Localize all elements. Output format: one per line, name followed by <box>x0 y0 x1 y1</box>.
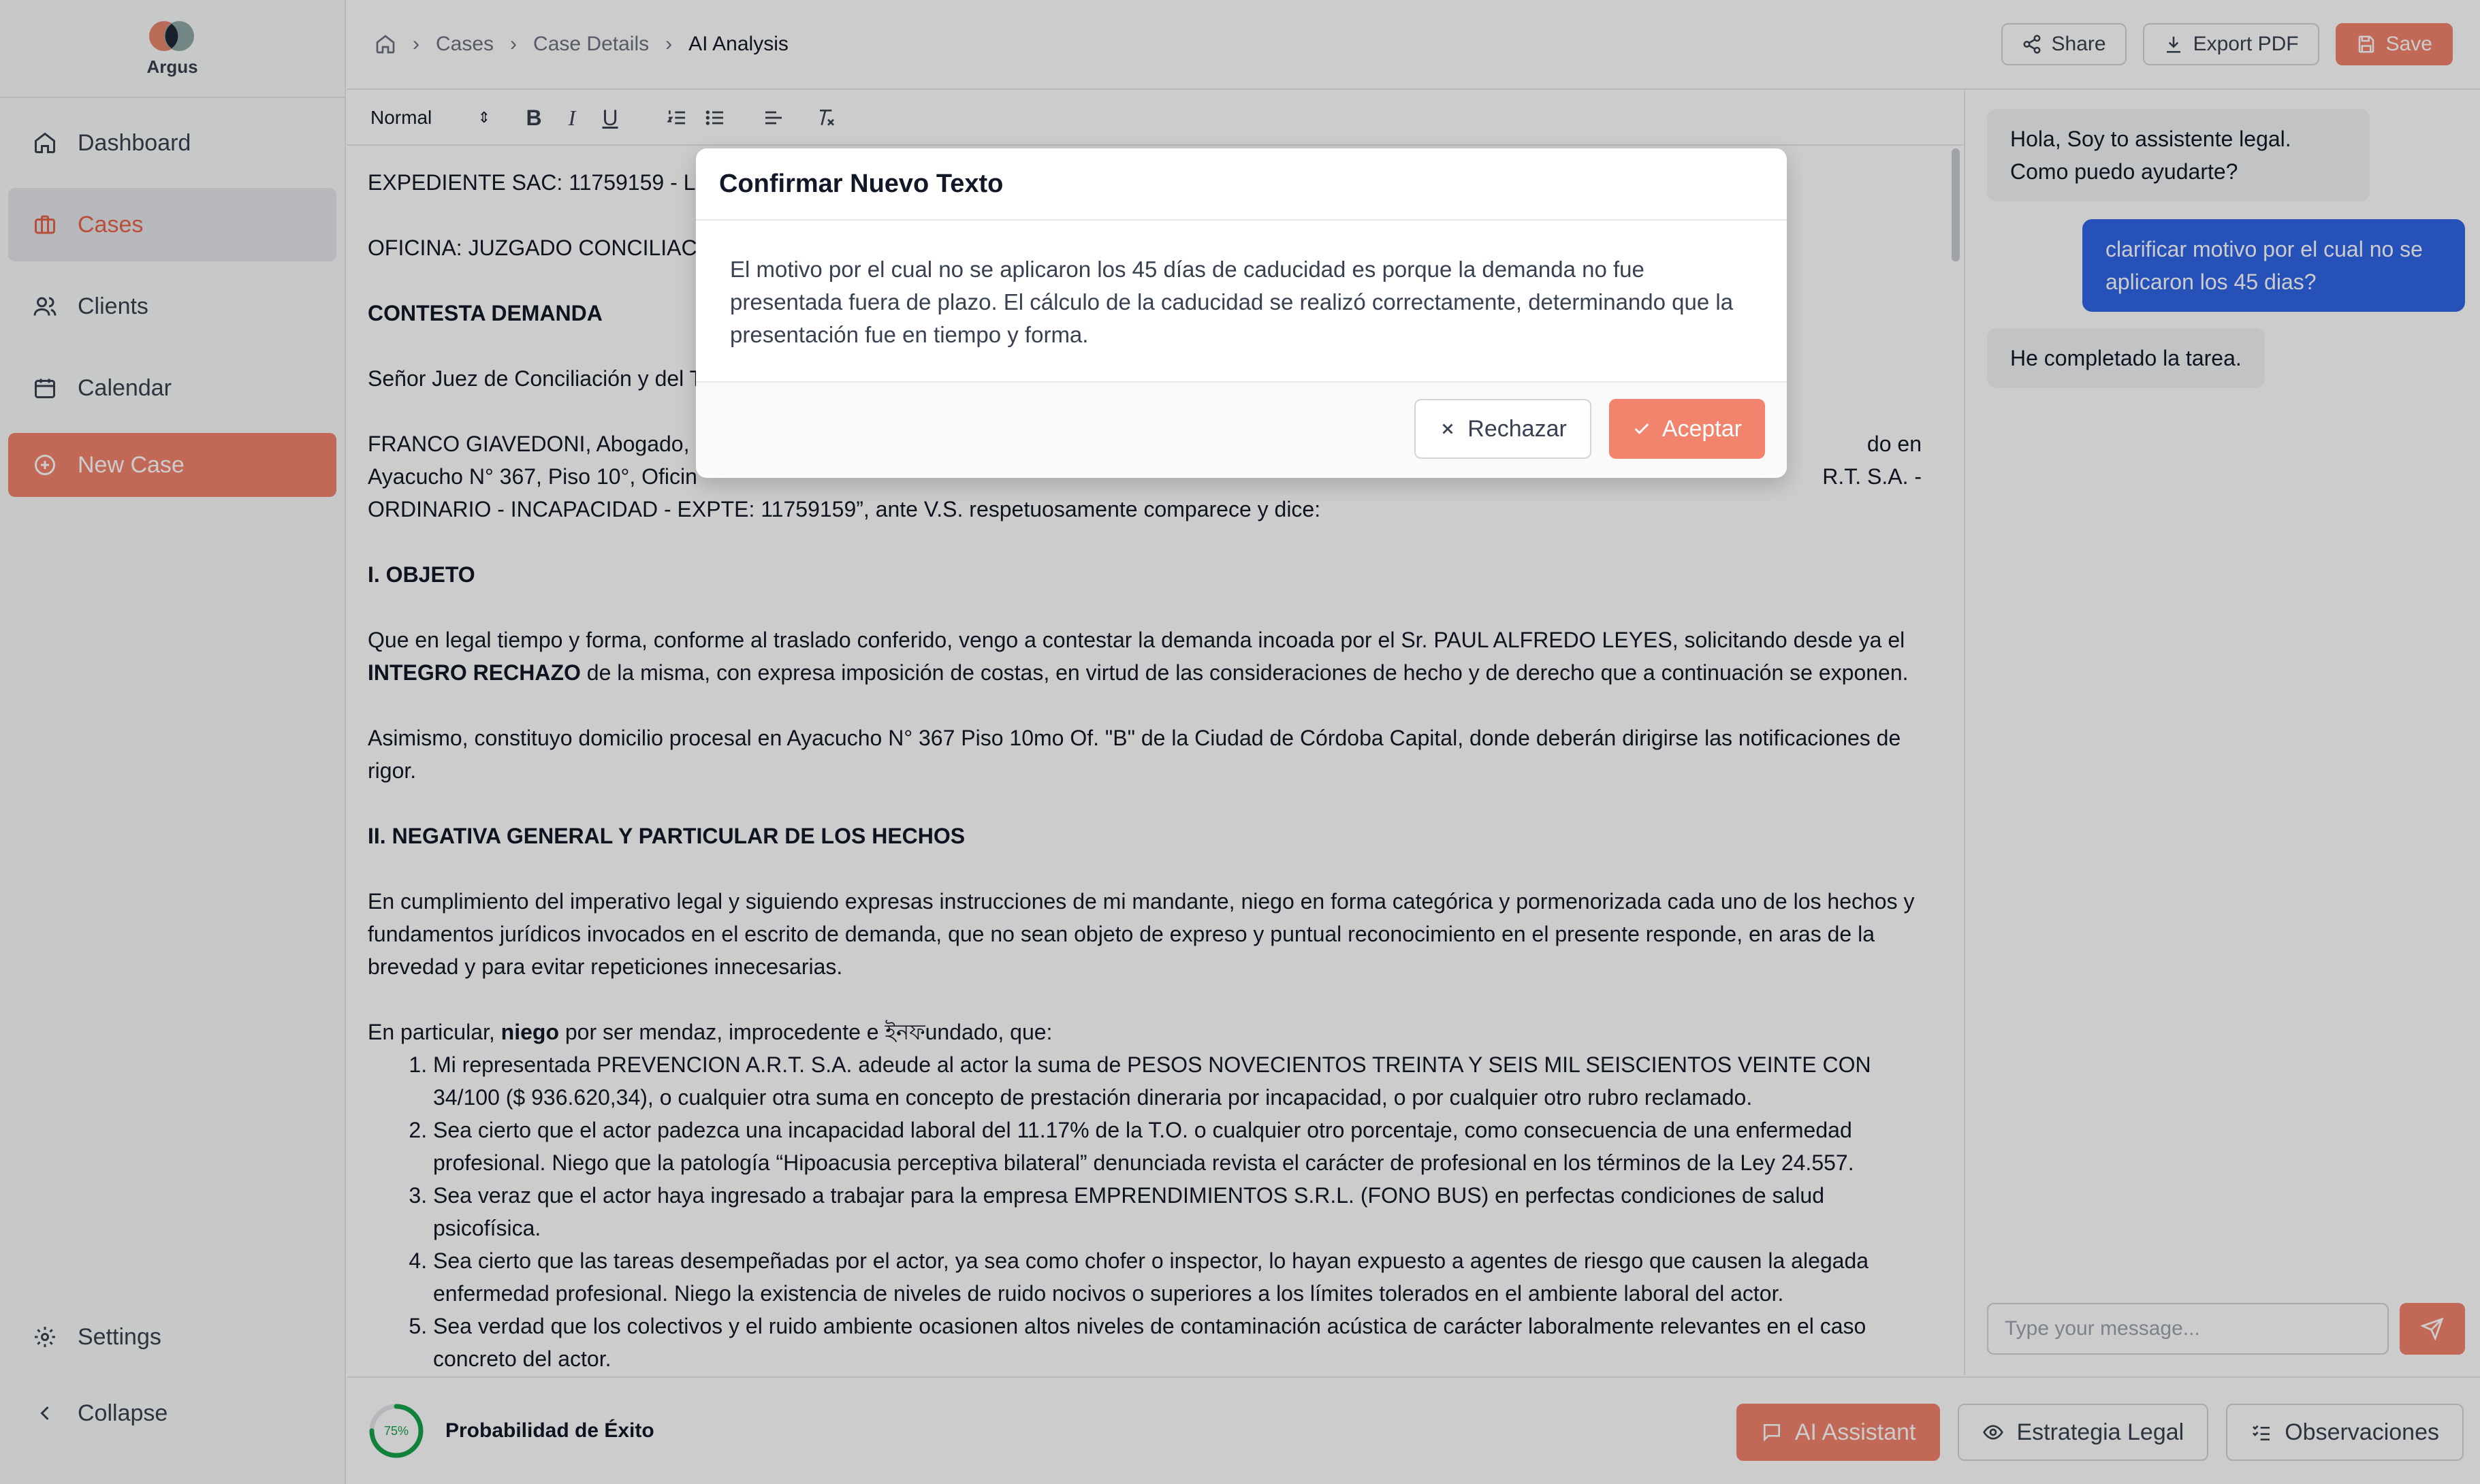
accept-label: Aceptar <box>1662 415 1742 442</box>
reject-label: Rechazar <box>1467 415 1567 442</box>
dialog-body: El motivo por el cual no se aplicaron lo… <box>696 221 1787 383</box>
check-icon <box>1634 423 1649 434</box>
accept-button[interactable]: Aceptar <box>1608 399 1765 459</box>
dialog-footer: Rechazar Aceptar <box>696 383 1787 475</box>
dialog-title: Confirmar Nuevo Texto <box>696 148 1787 221</box>
reject-button[interactable]: Rechazar <box>1414 399 1591 459</box>
close-icon <box>1442 423 1453 434</box>
confirm-text-dialog: Confirmar Nuevo Texto El motivo por el c… <box>696 148 1787 478</box>
